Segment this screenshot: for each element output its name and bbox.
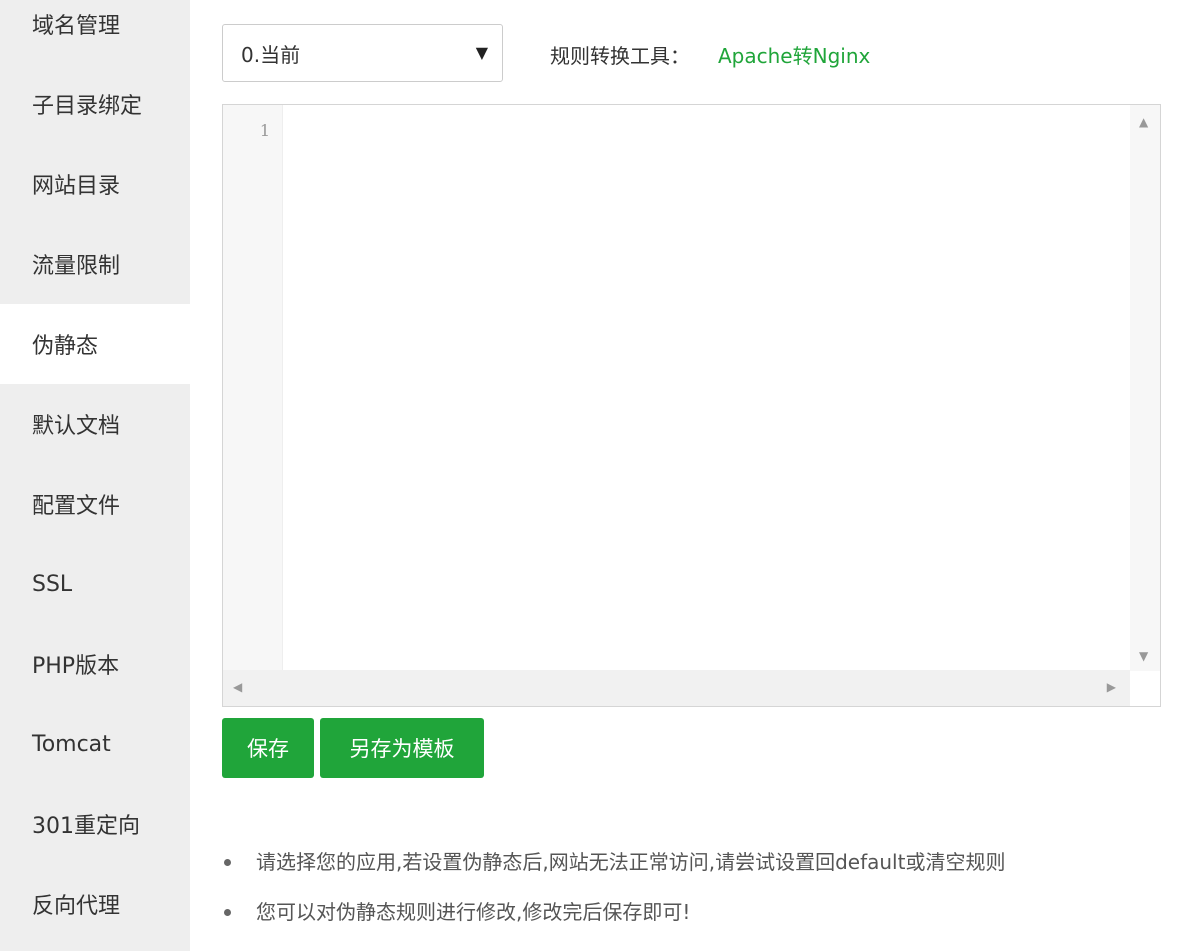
sidebar-item-domain[interactable]: 域名管理 bbox=[0, 0, 190, 64]
apache-to-nginx-link[interactable]: Apache转Nginx bbox=[718, 40, 870, 69]
sidebar-item-label: 子目录绑定 bbox=[32, 94, 143, 119]
rewrite-panel: 0.当前 ▼ 规则转换工具： Apache转Nginx 1 ▲ ▼ ◀ ▶ 保存… bbox=[190, 0, 1190, 951]
sidebar-item-label: SSL bbox=[32, 571, 73, 597]
sidebar-item-label: Tomcat bbox=[32, 731, 111, 757]
sidebar-item-subdir-binding[interactable]: 子目录绑定 bbox=[0, 64, 190, 144]
sidebar-item-reverse-proxy[interactable]: 反向代理 bbox=[0, 864, 190, 944]
sidebar-item-label: 301重定向 bbox=[32, 814, 140, 839]
sidebar-item-301-redirect[interactable]: 301重定向 bbox=[0, 784, 190, 864]
sidebar-item-site-dir[interactable]: 网站目录 bbox=[0, 144, 190, 224]
scroll-down-icon[interactable]: ▼ bbox=[1139, 649, 1148, 663]
save-button[interactable]: 保存 bbox=[222, 718, 314, 778]
rule-code-editor: 1 ▲ ▼ ◀ ▶ bbox=[222, 104, 1161, 707]
scroll-right-icon[interactable]: ▶ bbox=[1107, 680, 1116, 694]
sidebar-item-label: 网站目录 bbox=[32, 174, 121, 199]
sidebar-item-config-file[interactable]: 配置文件 bbox=[0, 464, 190, 544]
sidebar-item-default-doc[interactable]: 默认文档 bbox=[0, 384, 190, 464]
sidebar-item-label: PHP版本 bbox=[32, 654, 120, 679]
sidebar-item-label: 反向代理 bbox=[32, 894, 121, 919]
sidebar-item-label: 默认文档 bbox=[32, 414, 121, 439]
sidebar-item-label: 伪静态 bbox=[32, 334, 99, 359]
sidebar-item-label: 配置文件 bbox=[32, 494, 121, 519]
caret-down-icon: ▼ bbox=[475, 43, 488, 62]
bullet-icon bbox=[224, 859, 231, 866]
horizontal-scrollbar[interactable]: ◀ ▶ bbox=[223, 670, 1130, 706]
converter-label: 规则转换工具： bbox=[550, 44, 690, 68]
sidebar-item-rewrite[interactable]: 伪静态 bbox=[0, 304, 190, 384]
scroll-up-icon[interactable]: ▲ bbox=[1139, 115, 1148, 129]
tip-text: 请选择您的应用,若设置伪静态后,网站无法正常访问,请尝试设置回default或清… bbox=[256, 850, 1006, 874]
sidebar-item-ssl[interactable]: SSL bbox=[0, 544, 190, 624]
list-item: 您可以对伪静态规则进行修改,修改完后保存即可! bbox=[222, 895, 1182, 945]
editor-text-area[interactable] bbox=[284, 105, 1130, 671]
tips-list: 请选择您的应用,若设置伪静态后,网站无法正常访问,请尝试设置回default或清… bbox=[222, 845, 1182, 945]
tip-text: 您可以对伪静态规则进行修改,修改完后保存即可! bbox=[256, 900, 691, 924]
site-settings-window: 域名管理 子目录绑定 网站目录 流量限制 伪静态 默认文档 配置文件 SSL P… bbox=[0, 0, 1190, 951]
sidebar-item-label: 流量限制 bbox=[32, 254, 121, 279]
line-number: 1 bbox=[259, 121, 270, 140]
sidebar-item-label: 域名管理 bbox=[32, 14, 121, 39]
bullet-icon bbox=[224, 909, 231, 916]
editor-gutter: 1 bbox=[223, 105, 283, 671]
rule-template-select[interactable]: 0.当前 ▼ bbox=[222, 24, 503, 82]
list-item: 请选择您的应用,若设置伪静态后,网站无法正常访问,请尝试设置回default或清… bbox=[222, 845, 1182, 895]
sidebar-item-traffic-limit[interactable]: 流量限制 bbox=[0, 224, 190, 304]
rule-template-value: 0.当前 bbox=[241, 42, 301, 67]
vertical-scrollbar[interactable]: ▲ ▼ bbox=[1130, 105, 1160, 671]
sidebar-item-php-version[interactable]: PHP版本 bbox=[0, 624, 190, 704]
scroll-left-icon[interactable]: ◀ bbox=[233, 680, 242, 694]
save-as-template-button[interactable]: 另存为模板 bbox=[320, 718, 484, 778]
settings-sidebar: 域名管理 子目录绑定 网站目录 流量限制 伪静态 默认文档 配置文件 SSL P… bbox=[0, 0, 190, 951]
sidebar-item-tomcat[interactable]: Tomcat bbox=[0, 704, 190, 784]
